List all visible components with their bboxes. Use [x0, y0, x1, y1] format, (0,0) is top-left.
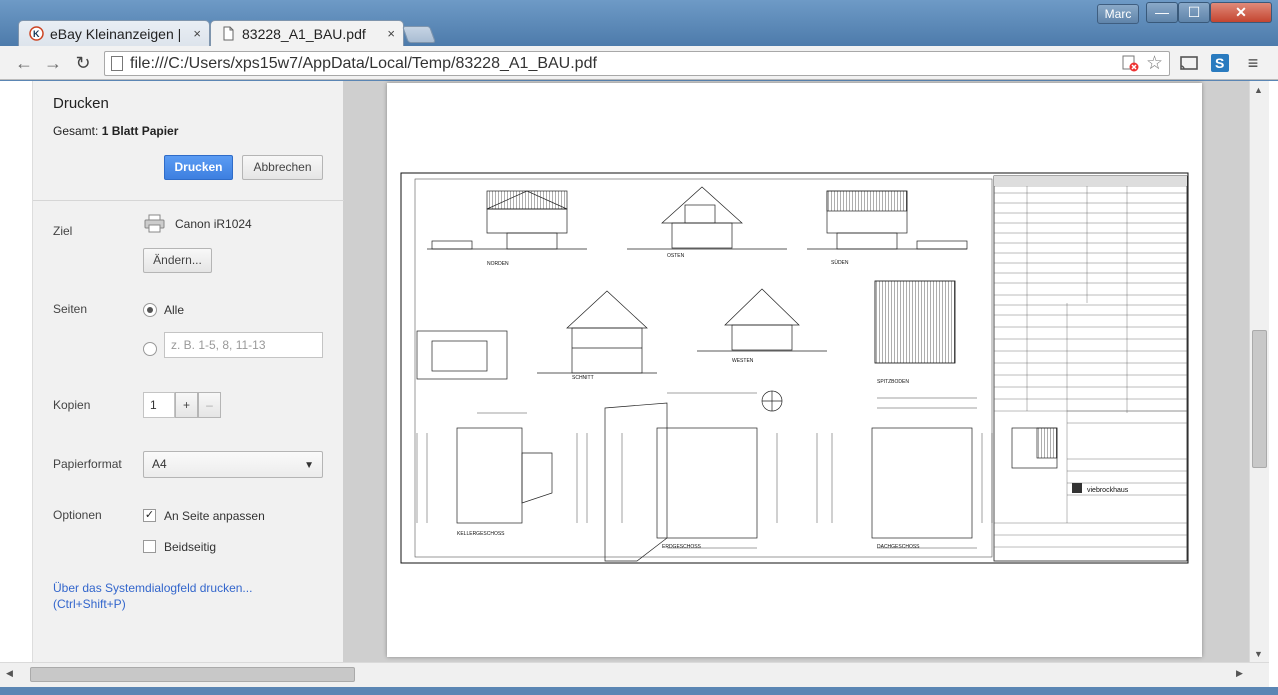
bookmark-star-icon[interactable]: ☆ [1146, 52, 1163, 75]
tab-strip: K eBay Kleinanzeigen | × 83228_A1_BAU.pd… [0, 0, 1278, 46]
print-total: Gesamt: 1 Blatt Papier [53, 124, 178, 138]
scroll-down-icon[interactable]: ▼ [1254, 649, 1263, 659]
tab-close-icon[interactable]: × [387, 26, 395, 41]
svg-text:S: S [1215, 55, 1224, 71]
printer-name: Canon iR1024 [175, 217, 252, 231]
printer-icon [144, 214, 165, 233]
address-bar[interactable]: file:///C:/Users/xps15w7/AppData/Local/T… [104, 51, 1170, 76]
pages-custom-radio[interactable] [143, 342, 157, 356]
pages-all-label: Alle [164, 303, 185, 317]
maximize-button[interactable]: ☐ [1178, 2, 1210, 23]
vertical-scrollbar[interactable]: ▲ ▼ [1249, 81, 1269, 662]
divider [33, 200, 344, 201]
browser-toolbar: ← → ↻ file:///C:/Users/xps15w7/AppData/L… [0, 46, 1278, 80]
blueprint-drawing: viebrockhaus NORDEN OSTEN SÜDEN WESTEN S… [400, 172, 1189, 564]
copies-input[interactable]: 1 [143, 392, 175, 418]
duplex-checkbox[interactable] [143, 540, 156, 553]
vertical-scroll-thumb[interactable] [1252, 330, 1267, 468]
tab-pdf[interactable]: 83228_A1_BAU.pdf × [210, 20, 404, 46]
print-settings-panel: Drucken Gesamt: 1 Blatt Papier Drucken A… [33, 81, 344, 662]
tab-ebay[interactable]: K eBay Kleinanzeigen | × [18, 20, 210, 46]
paper-size-select[interactable]: A4 ▼ [143, 451, 323, 478]
system-dialog-shortcut: (Ctrl+Shift+P) [53, 597, 126, 611]
label-south: SÜDEN [831, 259, 849, 266]
label-west: WESTEN [732, 358, 754, 364]
label-ground: ERDGESCHOSS [662, 544, 702, 550]
blocked-content-icon[interactable] [1121, 54, 1139, 75]
system-dialog-link[interactable]: Über das Systemdialogfeld drucken... [53, 581, 252, 595]
scroll-up-icon[interactable]: ▲ [1254, 85, 1263, 95]
cast-icon[interactable] [1179, 53, 1199, 73]
label-attic: SPITZBODEN [877, 379, 909, 385]
page-icon [111, 56, 123, 71]
fit-to-page-label: An Seite anpassen [164, 509, 265, 523]
browser-window: K eBay Kleinanzeigen | × 83228_A1_BAU.pd… [0, 0, 1278, 695]
new-tab-button[interactable] [401, 26, 437, 43]
reload-icon[interactable]: ↻ [73, 53, 93, 73]
extension-s-icon[interactable]: S [1210, 53, 1230, 73]
menu-icon[interactable]: ≡ [1243, 53, 1263, 73]
destination-label: Ziel [53, 224, 73, 238]
print-button[interactable]: Drucken [164, 155, 233, 180]
copies-minus-button[interactable]: – [198, 392, 221, 418]
fit-to-page-checkbox[interactable]: ✓ [143, 509, 156, 522]
forward-icon[interactable]: → [43, 53, 63, 73]
copies-plus-button[interactable]: + [175, 392, 198, 418]
pages-label: Seiten [53, 302, 88, 316]
scroll-left-icon[interactable]: ◀ [6, 668, 13, 679]
label-east: OSTEN [667, 253, 685, 259]
tab-title: 83228_A1_BAU.pdf [242, 25, 366, 42]
print-title: Drucken [53, 95, 109, 112]
svg-text:K: K [33, 29, 40, 39]
total-value: 1 Blatt Papier [101, 124, 179, 138]
total-label: Gesamt: [53, 124, 99, 138]
duplex-label: Beidseitig [164, 540, 217, 554]
cancel-button[interactable]: Abbrechen [242, 155, 323, 180]
label-north: NORDEN [487, 261, 509, 267]
print-preview-page: viebrockhaus NORDEN OSTEN SÜDEN WESTEN S… [387, 83, 1202, 657]
horizontal-scroll-thumb[interactable] [30, 667, 355, 682]
chevron-down-icon: ▼ [304, 460, 314, 471]
minimize-button[interactable]: — [1146, 2, 1178, 23]
tab-close-icon[interactable]: × [193, 26, 201, 41]
options-label: Optionen [53, 508, 102, 522]
url-text: file:///C:/Users/xps15w7/AppData/Local/T… [130, 55, 597, 72]
pages-all-radio[interactable] [143, 303, 157, 317]
copies-label: Kopien [53, 398, 91, 412]
paper-size-value: A4 [152, 457, 167, 471]
user-profile-button[interactable]: Marc [1097, 4, 1139, 24]
paper-size-label: Papierformat [53, 457, 122, 471]
ebay-favicon-icon: K [29, 26, 44, 41]
background-page-strip [0, 81, 33, 662]
close-window-button[interactable]: ✕ [1210, 2, 1272, 23]
background-page-strip-right [1269, 81, 1278, 695]
scroll-right-icon[interactable]: ▶ [1236, 668, 1243, 679]
label-roof: DACHGESCHOSS [877, 544, 920, 550]
horizontal-scrollbar[interactable]: ◀ ▶ [0, 662, 1269, 687]
change-destination-button[interactable]: Ändern... [143, 248, 212, 273]
window-frame-bottom [0, 687, 1278, 695]
label-basement: KELLERGESCHOSS [457, 531, 505, 537]
company-logo-text: viebrockhaus [1087, 487, 1129, 494]
tab-title: eBay Kleinanzeigen | [50, 25, 182, 42]
back-icon[interactable]: ← [14, 53, 34, 73]
page-favicon-icon [221, 26, 236, 41]
label-section: SCHNITT [572, 375, 594, 381]
pages-range-input[interactable]: z. B. 1-5, 8, 11-13 [164, 332, 323, 358]
